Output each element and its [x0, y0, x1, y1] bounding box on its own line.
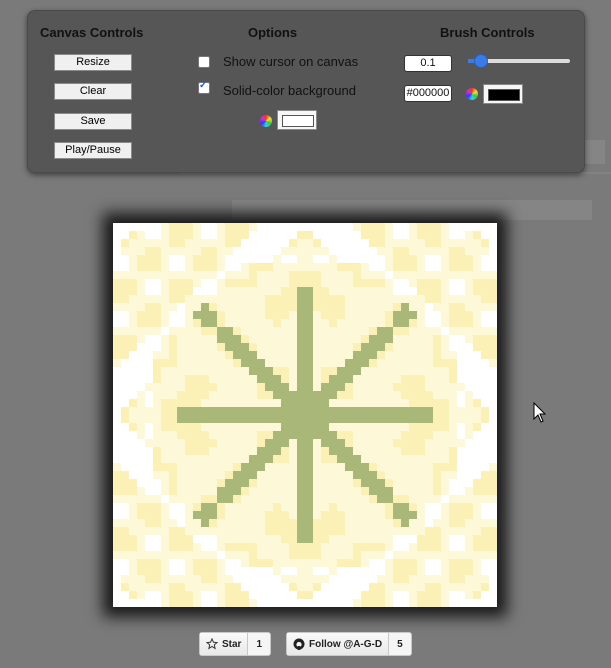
- resize-button[interactable]: Resize: [54, 54, 132, 71]
- drawing-canvas[interactable]: [113, 223, 497, 607]
- star-icon: [206, 638, 218, 650]
- follow-label: Follow @A-G-D: [309, 638, 383, 650]
- canvas-controls-title: Canvas Controls: [40, 25, 144, 40]
- show-cursor-checkbox[interactable]: [198, 56, 210, 68]
- color-wheel-icon: [260, 115, 272, 127]
- github-follow-badge[interactable]: Follow @A-G-D 5: [286, 632, 412, 656]
- solid-bg-checkbox[interactable]: [198, 80, 210, 94]
- control-panel: Canvas Controls Resize Clear Save Play/P…: [27, 10, 585, 173]
- play-pause-button[interactable]: Play/Pause: [54, 142, 132, 159]
- show-cursor-label: Show cursor on canvas: [223, 54, 359, 69]
- brush-size-slider-thumb[interactable]: [474, 54, 488, 68]
- options-title: Options: [248, 25, 298, 40]
- star-label: Star: [222, 638, 242, 650]
- brush-color-swatch: [488, 89, 520, 101]
- brush-color-input[interactable]: #000000: [404, 85, 452, 102]
- follow-count: 5: [397, 638, 403, 650]
- solid-bg-label: Solid-color background: [223, 83, 356, 98]
- background-tab-bar: [232, 200, 592, 220]
- brush-color-picker[interactable]: [483, 84, 523, 104]
- background-color-swatch: [282, 115, 314, 127]
- clear-button[interactable]: Clear: [54, 83, 132, 100]
- brush-controls-title: Brush Controls: [440, 25, 535, 40]
- github-star-badge[interactable]: Star 1: [199, 632, 272, 656]
- background-color-picker[interactable]: [277, 110, 317, 130]
- mouse-cursor-icon: [533, 402, 547, 423]
- color-wheel-icon: [466, 88, 478, 100]
- github-icon: [293, 638, 305, 650]
- save-button[interactable]: Save: [54, 113, 132, 130]
- kaleidoscope-pattern: [113, 223, 497, 607]
- brush-size-input[interactable]: 0.1: [404, 55, 452, 72]
- star-count: 1: [256, 638, 263, 650]
